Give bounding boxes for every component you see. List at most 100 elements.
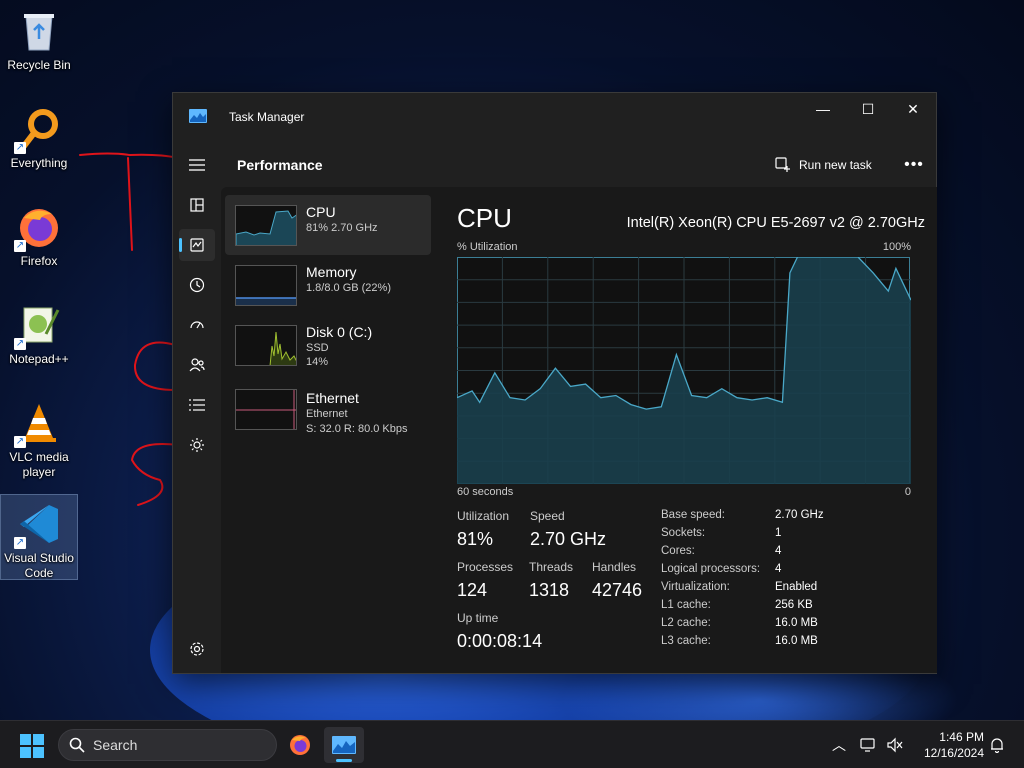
- resource-detail: Ethernet: [306, 408, 348, 420]
- task-manager-window: Task Manager — ☐ ✕ Performance Run new t…: [172, 92, 937, 674]
- recycle-bin-icon: [16, 8, 62, 54]
- desktop-icon-label: Recycle Bin: [7, 58, 71, 72]
- graph-label-max: 100%: [882, 241, 911, 253]
- windows-logo-icon: [20, 734, 44, 758]
- run-task-label: Run new task: [799, 158, 872, 172]
- app-history-icon: [189, 277, 205, 293]
- spec-value: 2.70 GHz: [775, 509, 824, 521]
- chevron-up-icon: ︿: [832, 737, 846, 753]
- desktop-icon-recycle-bin[interactable]: Recycle Bin: [0, 2, 78, 86]
- desktop-icon-label: Notepad++: [9, 352, 69, 366]
- cpu-model: Intel(R) Xeon(R) CPU E5-2697 v2 @ 2.70GH…: [626, 215, 925, 231]
- nav-services[interactable]: [179, 429, 215, 461]
- stat-utilization: 81%: [457, 529, 494, 549]
- run-task-icon: [775, 157, 790, 172]
- spec-key: Virtualization:: [661, 581, 730, 593]
- nav-startup-apps[interactable]: [179, 309, 215, 341]
- navigation-sidebar: [173, 141, 221, 673]
- close-icon: ✕: [907, 100, 919, 117]
- taskbar-search[interactable]: Search: [58, 729, 277, 761]
- taskbar-clock[interactable]: 1:46 PM 12/16/2024: [912, 729, 984, 761]
- processes-icon: [190, 198, 204, 212]
- stat-handles: 42746: [592, 580, 643, 600]
- clock-time: 1:46 PM: [939, 730, 984, 744]
- nav-users[interactable]: [179, 349, 215, 381]
- desktop-icon-vlc[interactable]: ↗ VLC media player: [0, 394, 78, 484]
- graph-label-min: 0: [904, 486, 911, 498]
- more-icon: •••: [904, 156, 924, 173]
- shortcut-arrow-icon: ↗: [14, 537, 26, 549]
- ethernet-mini-graph: [235, 389, 297, 430]
- window-title: Task Manager: [229, 110, 305, 124]
- resource-detail-2: S: 32.0 R: 80.0 Kbps: [306, 423, 408, 435]
- spec-key: L1 cache:: [661, 599, 711, 611]
- details-icon: [189, 399, 205, 411]
- page-title: Performance: [237, 157, 323, 173]
- everything-icon: ↗: [14, 106, 62, 154]
- notepad-plus-plus-icon: ↗: [14, 302, 62, 350]
- resource-item-cpu[interactable]: CPU 81% 2.70 GHz: [225, 195, 431, 255]
- nav-processes[interactable]: [179, 189, 215, 221]
- stat-uptime: 0:00:08:14: [457, 631, 543, 651]
- desktop-icon-everything[interactable]: ↗ Everything: [0, 100, 78, 184]
- spec-value: Enabled: [775, 581, 818, 593]
- firefox-icon: ↗: [14, 204, 62, 252]
- maximize-button[interactable]: ☐: [845, 93, 891, 125]
- close-button[interactable]: ✕: [890, 93, 936, 125]
- title-bar[interactable]: Task Manager — ☐ ✕: [173, 93, 936, 141]
- spec-key: L3 cache:: [661, 635, 711, 647]
- run-new-task-button[interactable]: Run new task: [775, 151, 872, 179]
- volume-status[interactable]: [884, 735, 906, 755]
- notifications-button[interactable]: [986, 735, 1008, 755]
- minimize-icon: —: [816, 101, 830, 117]
- shortcut-arrow-icon: ↗: [14, 436, 26, 448]
- start-button[interactable]: [20, 734, 44, 758]
- graph-label-utilization: % Utilization: [457, 241, 518, 253]
- vlc-icon: ↗: [14, 400, 62, 448]
- stat-threads: 1318: [529, 580, 570, 600]
- cpu-utilization-graph: [457, 257, 911, 484]
- taskbar-task-manager[interactable]: [324, 727, 364, 763]
- resource-item-disk[interactable]: Disk 0 (C:) SSD 14%: [225, 315, 431, 375]
- shortcut-arrow-icon: ↗: [14, 142, 26, 154]
- spec-value: 256 KB: [775, 599, 813, 611]
- performance-icon: [190, 238, 204, 252]
- desktop-icon-label: Everything: [10, 156, 68, 170]
- cpu-mini-graph: [235, 205, 297, 246]
- speaker-muted-icon: [887, 737, 903, 753]
- nav-details[interactable]: [179, 389, 215, 421]
- stat-label: Threads: [529, 560, 574, 574]
- stat-label: Up time: [457, 611, 499, 625]
- performance-content: CPU 81% 2.70 GHz Memory 1.8/8.0 GB (22%)…: [221, 187, 937, 673]
- minimize-button[interactable]: —: [800, 93, 846, 125]
- task-manager-icon: [332, 736, 356, 754]
- network-status[interactable]: [858, 735, 880, 755]
- hamburger-icon: [189, 159, 205, 171]
- firefox-icon: [290, 735, 310, 755]
- disk-mini-graph: [235, 325, 297, 366]
- desktop-icon-label: VLC media player: [9, 450, 69, 479]
- services-icon: [190, 438, 204, 452]
- desktop-icon-notepadpp[interactable]: ↗ Notepad++: [0, 296, 78, 380]
- nav-menu-button[interactable]: [179, 149, 215, 181]
- desktop-icon-vscode[interactable]: ↗ Visual Studio Code: [0, 494, 78, 580]
- cpu-detail-panel: CPU Intel(R) Xeon(R) CPU E5-2697 v2 @ 2.…: [457, 187, 925, 673]
- nav-performance[interactable]: [179, 229, 215, 261]
- stat-processes: 124: [457, 580, 488, 600]
- desktop-icon-firefox[interactable]: ↗ Firefox: [0, 198, 78, 282]
- maximize-icon: ☐: [861, 100, 875, 117]
- spec-value: 1: [775, 527, 782, 539]
- resource-item-ethernet[interactable]: Ethernet Ethernet S: 32.0 R: 80.0 Kbps: [225, 375, 431, 447]
- stat-label: Processes: [457, 560, 514, 574]
- nav-app-history[interactable]: [179, 269, 215, 301]
- show-hidden-icons-button[interactable]: ︿: [828, 735, 850, 755]
- desktop-icon-label: Visual Studio Code: [4, 551, 74, 580]
- resource-name: Ethernet: [306, 390, 359, 406]
- detail-title: CPU: [457, 203, 512, 233]
- more-options-button[interactable]: •••: [899, 151, 929, 179]
- startup-apps-icon: [190, 321, 204, 329]
- taskbar-firefox[interactable]: [280, 727, 320, 763]
- resource-item-memory[interactable]: Memory 1.8/8.0 GB (22%): [225, 255, 431, 315]
- nav-settings[interactable]: [179, 633, 215, 665]
- resource-name: CPU: [306, 204, 336, 220]
